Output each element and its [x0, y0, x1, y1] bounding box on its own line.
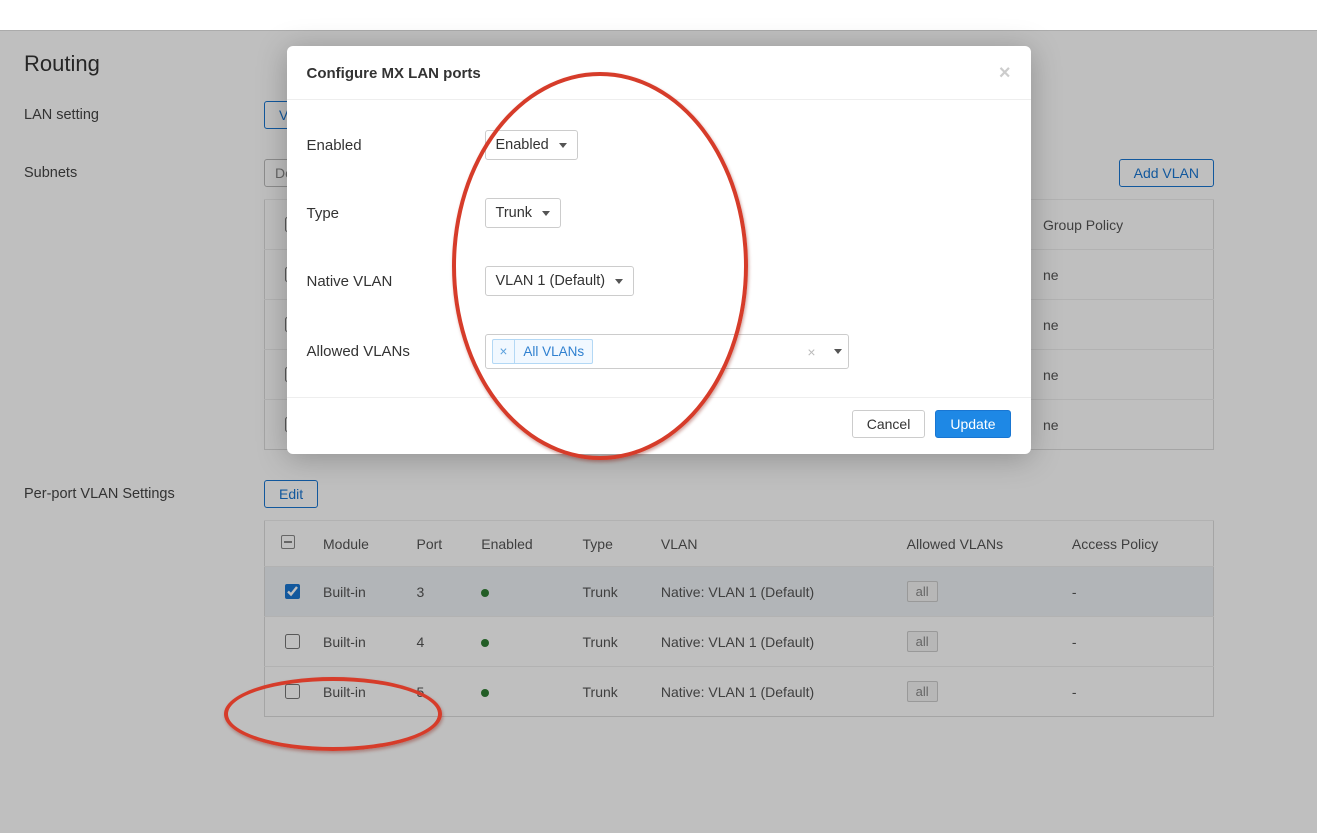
enabled-dropdown[interactable]: Enabled: [485, 130, 578, 160]
chip-label: All VLANs: [515, 340, 592, 363]
chip-remove-icon[interactable]: ×: [493, 340, 516, 363]
allowed-vlans-label: Allowed VLANs: [307, 343, 485, 360]
chevron-down-icon: [615, 279, 623, 284]
native-vlan-dropdown[interactable]: VLAN 1 (Default): [485, 266, 635, 296]
enabled-value: Enabled: [496, 137, 549, 153]
type-dropdown[interactable]: Trunk: [485, 198, 562, 228]
allowed-vlan-chip: × All VLANs: [492, 339, 594, 364]
native-vlan-label: Native VLAN: [307, 273, 485, 290]
clear-all-icon[interactable]: ×: [807, 344, 815, 360]
cancel-button[interactable]: Cancel: [852, 410, 926, 438]
chevron-down-icon: [559, 143, 567, 148]
update-button[interactable]: Update: [935, 410, 1010, 438]
chevron-down-icon: [542, 211, 550, 216]
type-label: Type: [307, 205, 485, 222]
modal-title: Configure MX LAN ports: [307, 65, 481, 82]
allowed-vlans-multiselect[interactable]: × All VLANs ×: [485, 334, 849, 369]
chevron-down-icon[interactable]: [834, 349, 842, 354]
close-icon[interactable]: ×: [999, 62, 1011, 85]
type-value: Trunk: [496, 205, 533, 221]
enabled-label: Enabled: [307, 137, 485, 154]
native-vlan-value: VLAN 1 (Default): [496, 273, 606, 289]
configure-ports-modal: Configure MX LAN ports × Enabled Enabled…: [287, 46, 1031, 454]
